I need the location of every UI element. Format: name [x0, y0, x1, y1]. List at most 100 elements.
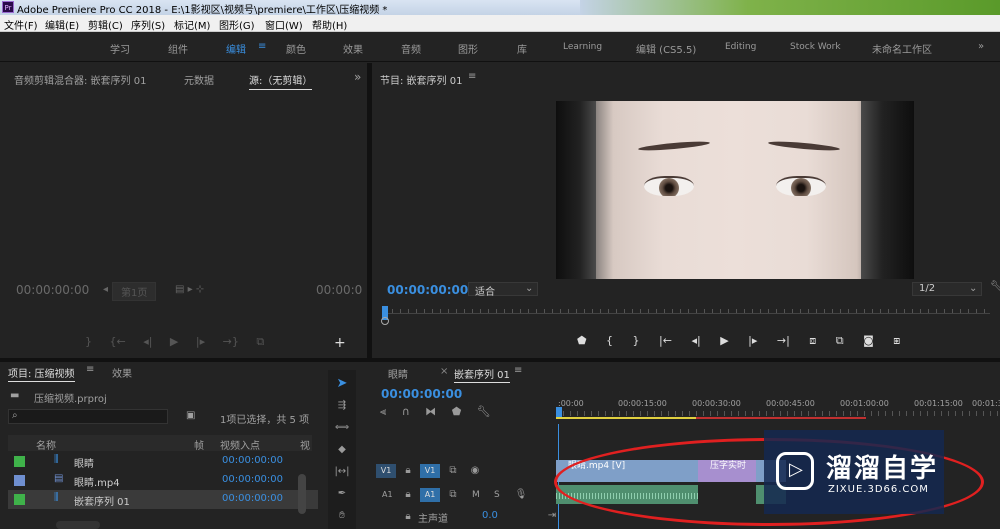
ruler-label: 00:00:15:00	[618, 399, 667, 408]
menu-marker[interactable]: 标记(M)	[174, 17, 210, 32]
column-name[interactable]: 名称	[36, 437, 56, 452]
workspace-audio[interactable]: 音频	[401, 41, 421, 56]
jump-icon[interactable]: ⇥	[546, 510, 558, 521]
razor-tool-icon[interactable]: ◆	[333, 444, 351, 455]
track-v1-toggle[interactable]: V1	[420, 464, 440, 478]
project-panel: 项目: 压缩视频 ≡ 效果 ▬ 压缩视频.prproj ⌕ ▣ 1项已选择，共 …	[0, 362, 320, 529]
program-time-ruler[interactable]	[384, 313, 990, 314]
menu-file[interactable]: 文件(F)	[4, 17, 38, 32]
source-timecode[interactable]: 00:00:00:00	[16, 283, 89, 297]
menu-help[interactable]: 帮助(H)	[312, 17, 347, 32]
timeline-menu-icon[interactable]: ≡	[514, 365, 522, 376]
project-h-scrollbar[interactable]	[56, 521, 100, 529]
workspace-libraries[interactable]: 库	[517, 41, 527, 56]
tab-source[interactable]: 源:（无剪辑）	[249, 72, 313, 90]
close-icon[interactable]: ×	[440, 366, 448, 377]
eye-icon[interactable]: ◉	[468, 465, 482, 476]
menu-edit[interactable]: 编辑(E)	[45, 17, 79, 32]
timeline-playhead[interactable]	[556, 407, 562, 417]
source-a1-label[interactable]: A1	[382, 490, 393, 499]
ruler-label: 00:00:45:00	[766, 399, 815, 408]
workspace-untitled[interactable]: 未命名工作区	[872, 41, 932, 56]
source-page-dropdown[interactable]: 第1页	[112, 282, 157, 301]
lock-icon[interactable]: 🔒︎	[402, 465, 414, 476]
label-color-swatch[interactable]	[14, 475, 25, 486]
workspace-editing-en[interactable]: Editing	[725, 42, 756, 52]
project-column-header: 名称 帧 视频入点 视	[8, 435, 312, 452]
tab-effects[interactable]: 效果	[112, 365, 132, 380]
ripple-edit-tool-icon[interactable]: ⟺	[333, 422, 351, 433]
track-select-tool-icon[interactable]: ⇶	[333, 400, 351, 411]
program-resolution-dropdown[interactable]: 1/2 ⌄	[912, 282, 982, 296]
workspace-assembly[interactable]: 组件	[168, 41, 188, 56]
workspace-effects[interactable]: 效果	[343, 41, 363, 56]
source-v1-toggle[interactable]: V1	[376, 464, 396, 478]
menu-clip[interactable]: 剪辑(C)	[88, 17, 123, 32]
timeline-timecode[interactable]: 00:00:00:00	[381, 387, 462, 401]
tab-nested-sequence[interactable]: 嵌套序列 01	[454, 366, 510, 383]
workspace-graphics[interactable]: 图形	[458, 41, 478, 56]
solo-button[interactable]: S	[494, 490, 500, 500]
eyebrow-right	[767, 139, 841, 153]
source-transport-controls[interactable]: } {← ◂| ▶ |▸ →} ⧉	[85, 335, 315, 349]
program-menu-icon[interactable]: ≡	[468, 71, 476, 82]
source-add-button-icon[interactable]: +	[334, 335, 346, 351]
tools-panel: ➤ ⇶ ⟺ ◆ |↔| ✒ ✋︎	[328, 370, 356, 529]
list-item[interactable]: ▤ 眼睛.mp4 00:00:00:00	[8, 471, 318, 490]
menu-window[interactable]: 窗口(W)	[265, 17, 303, 32]
timeline-ruler[interactable]: :00:00 00:00:15:00 00:00:30:00 00:00:45:…	[556, 395, 1000, 423]
source-page-menu-icon[interactable]: ▤ ▸ ⊹	[175, 284, 204, 295]
microphone-icon[interactable]: 🎙︎	[514, 489, 528, 500]
workspace-stock-work[interactable]: Stock Work	[790, 42, 841, 52]
lock-icon[interactable]: 🔒︎	[402, 511, 414, 522]
settings-wrench-icon[interactable]: 🔧︎	[990, 281, 1000, 292]
menu-sequence[interactable]: 序列(S)	[131, 17, 165, 32]
track-a1-toggle[interactable]: A1	[420, 488, 440, 502]
column-video[interactable]: 视	[300, 437, 310, 452]
slip-tool-icon[interactable]: |↔|	[333, 466, 351, 477]
program-title[interactable]: 节目: 嵌套序列 01	[380, 72, 462, 87]
panel-overflow-icon[interactable]: »	[354, 70, 361, 84]
source-prev-icon[interactable]: ◂	[103, 284, 108, 295]
lock-icon[interactable]: 🔒︎	[402, 489, 414, 500]
workspace-editing-cs55[interactable]: 编辑 (CS5.5)	[636, 41, 696, 56]
timeline-toolbar[interactable]: ⫷ ∩ ⧓ ⬟ 🔧︎	[380, 405, 510, 419]
pen-tool-icon[interactable]: ✒	[333, 488, 351, 499]
menu-graphics[interactable]: 图形(G)	[219, 17, 255, 32]
project-search-input[interactable]: ⌕	[8, 409, 168, 424]
workspace-menu-icon[interactable]: ≡	[258, 41, 266, 52]
workspace-editing[interactable]: 编辑	[226, 41, 246, 56]
project-scrollbar[interactable]	[298, 474, 306, 514]
list-item[interactable]: ⫼ 嵌套序列 01 00:00:00:00	[8, 490, 318, 509]
tab-metadata[interactable]: 元数据	[184, 72, 214, 87]
tab-audio-mixer[interactable]: 音频剪辑混合器: 嵌套序列 01	[14, 72, 146, 87]
item-name: 眼睛.mp4	[74, 478, 120, 489]
label-color-swatch[interactable]	[14, 494, 25, 505]
mute-button[interactable]: M	[472, 490, 480, 500]
source-panel: 音频剪辑混合器: 嵌套序列 01 元数据 源:（无剪辑） » 00:00:00:…	[0, 63, 366, 358]
project-menu-icon[interactable]: ≡	[86, 364, 94, 375]
ruler-ticks	[556, 411, 1000, 416]
program-timecode[interactable]: 00:00:00:00	[387, 283, 468, 297]
workspace-color[interactable]: 颜色	[286, 41, 306, 56]
workspace-overflow-icon[interactable]: »	[978, 41, 984, 52]
program-transport-controls[interactable]: ⬟ { } |← ◂| ▶ |▸ →| ⧈ ⧉ ◙ ⧆	[577, 334, 927, 350]
column-video-in[interactable]: 视频入点	[220, 437, 260, 452]
chevron-down-icon: ⌄	[525, 283, 534, 294]
selection-tool-icon[interactable]: ➤	[333, 376, 351, 391]
workspace-learn[interactable]: 学习	[110, 41, 130, 56]
tab-project[interactable]: 项目: 压缩视频	[8, 365, 75, 382]
workspace-learning[interactable]: Learning	[563, 42, 602, 52]
program-fit-dropdown[interactable]: 适合 ⌄	[468, 282, 538, 298]
sync-icon[interactable]: ⧉	[446, 489, 460, 500]
list-item[interactable]: ⫼ 眼睛 00:00:00:00	[8, 452, 318, 471]
hand-tool-icon[interactable]: ✋︎	[333, 510, 351, 521]
new-bin-icon[interactable]: ▣	[186, 410, 195, 421]
master-track-value[interactable]: 0.0	[482, 510, 498, 521]
program-video-frame[interactable]	[556, 101, 914, 279]
sync-icon[interactable]: ⧉	[446, 465, 460, 476]
tab-eyes-sequence[interactable]: 眼睛	[388, 366, 408, 381]
label-color-swatch[interactable]	[14, 456, 25, 467]
column-frame[interactable]: 帧	[194, 437, 204, 452]
item-in: 00:00:00:00	[222, 474, 284, 485]
